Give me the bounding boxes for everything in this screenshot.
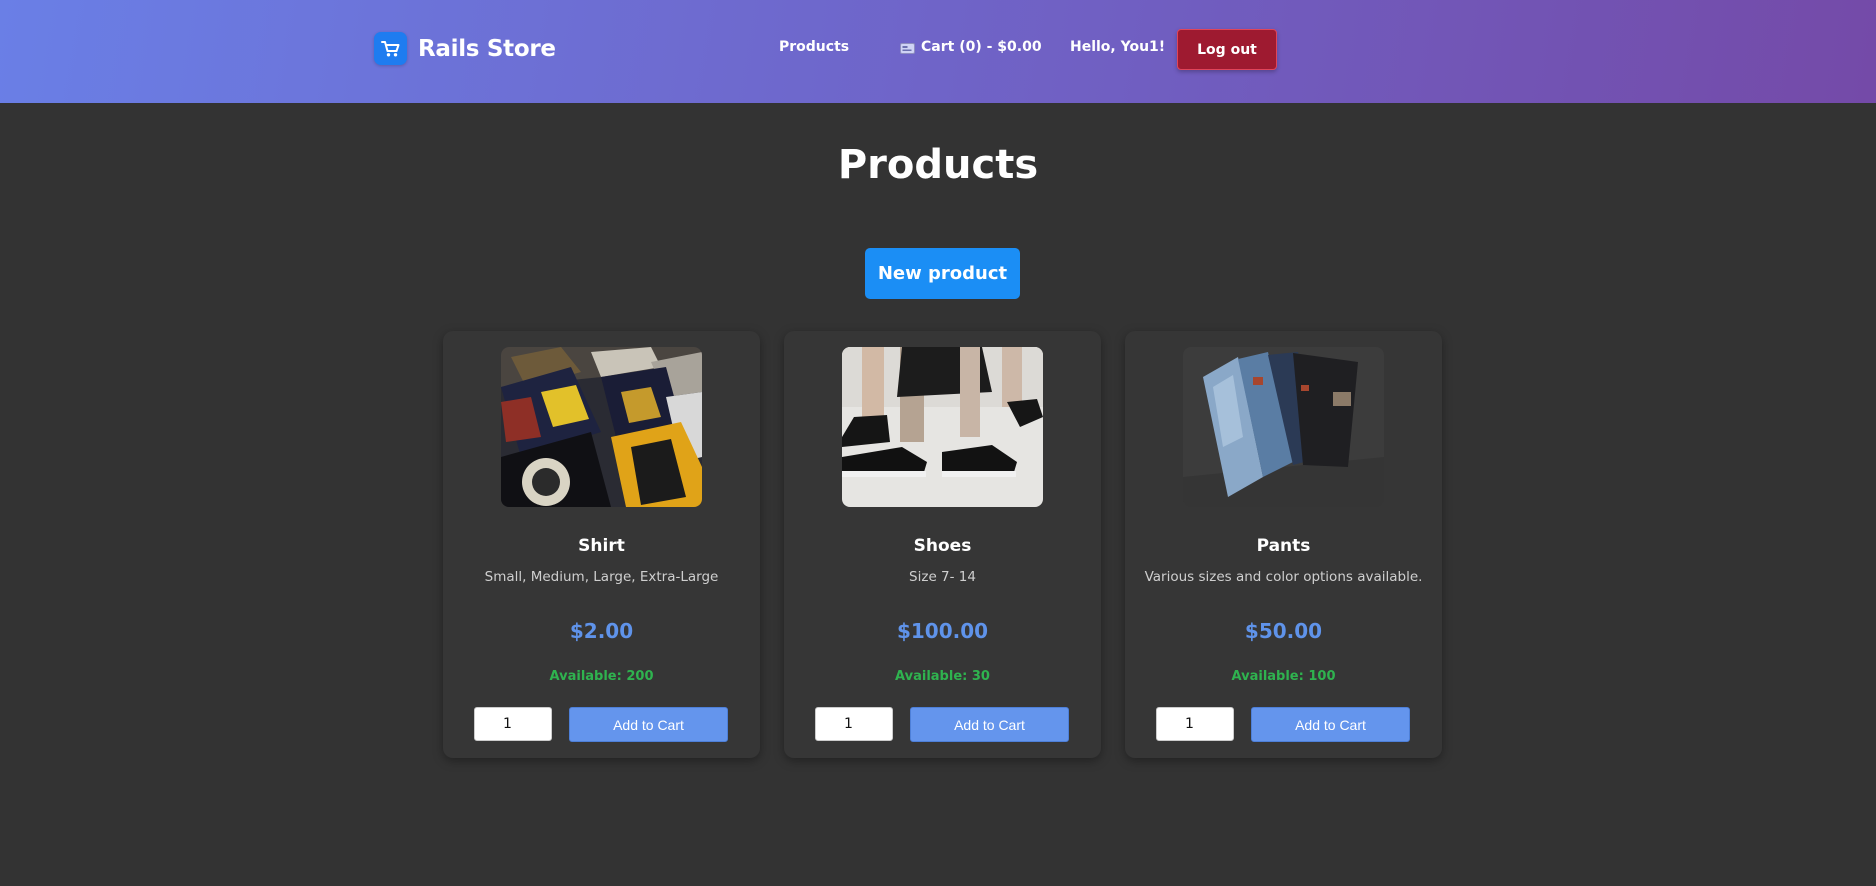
user-greeting: Hello, You1! [1070, 39, 1166, 55]
product-availability: Available: 100 [1231, 669, 1336, 684]
product-description: Size 7- 14 [909, 569, 976, 585]
logout-button[interactable]: Log out [1177, 29, 1277, 70]
product-image-shoes [842, 347, 1043, 507]
product-card-pants: Pants Various sizes and color options av… [1125, 331, 1442, 758]
product-availability: Available: 200 [549, 669, 654, 684]
cart-summary: Cart (0) - $0.00 [921, 39, 1042, 55]
product-price: $50.00 [1244, 619, 1323, 643]
product-price: $2.00 [569, 619, 634, 643]
product-availability: Available: 30 [895, 669, 990, 684]
product-card-shoes: Shoes Size 7- 14 $100.00 Available: 30 A… [784, 331, 1101, 758]
brand-link[interactable]: Rails Store [374, 32, 556, 65]
product-price: $100.00 [896, 619, 989, 643]
product-card-shirt: Shirt Small, Medium, Large, Extra-Large … [443, 331, 760, 758]
product-image-pants [1183, 347, 1384, 507]
product-description: Various sizes and color options availabl… [1144, 569, 1423, 585]
page-title: Products [837, 142, 1039, 188]
product-grid: Shirt Small, Medium, Large, Extra-Large … [443, 331, 1442, 758]
product-description: Small, Medium, Large, Extra-Large [484, 569, 719, 585]
product-name: Shoes [913, 536, 972, 556]
quantity-input[interactable] [815, 707, 893, 741]
product-name: Pants [1256, 536, 1311, 556]
new-product-button[interactable]: New product [865, 248, 1020, 299]
nav-cart-link[interactable]: Cart (0) - $0.00 [900, 39, 1042, 55]
site-header: Rails Store Products Cart (0) - $0.00 He… [0, 0, 1876, 103]
nav-products-link[interactable]: Products [779, 39, 849, 55]
quantity-input[interactable] [474, 707, 552, 741]
shopping-cart-icon [374, 32, 407, 65]
cart-icon [900, 42, 915, 54]
add-to-cart-button[interactable]: Add to Cart [569, 707, 728, 742]
quantity-input[interactable] [1156, 707, 1234, 741]
product-image-shirt [501, 347, 702, 507]
product-name: Shirt [578, 536, 625, 556]
add-to-cart-button[interactable]: Add to Cart [1251, 707, 1410, 742]
add-to-cart-button[interactable]: Add to Cart [910, 707, 1069, 742]
brand-name: Rails Store [418, 35, 556, 62]
